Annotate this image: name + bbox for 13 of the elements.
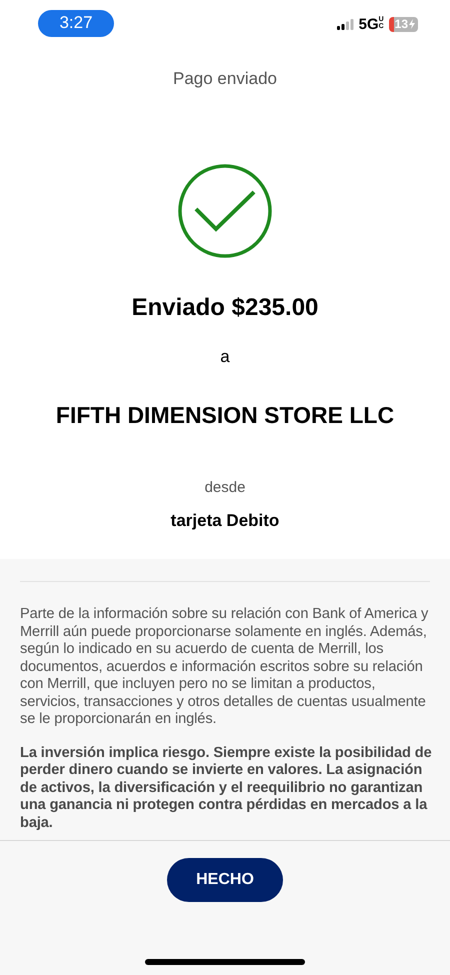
status-time: 3:27 xyxy=(38,10,114,36)
connector-text: a xyxy=(219,347,231,367)
from-label: desde xyxy=(204,479,246,496)
page-title: Pago enviado xyxy=(172,69,278,89)
disclosure-paragraph: La inversión implica riesgo. Siempre existe la posibilidad de perder dinero cuando se invierte en valores. La asignación de activos, la diversificación y el reequilibrio no garantizan una ganancia ni protegen contra pérdidas en mercados a la baja. xyxy=(20,744,433,832)
recipient-name: FIFTH DIMENSION STORE LLC xyxy=(54,402,396,429)
checkmark-icon xyxy=(178,164,272,258)
done-button[interactable]: HECHO xyxy=(167,858,283,902)
amount-text: Enviado $235.00 xyxy=(130,294,320,322)
disclosure-paragraph: Parte de la información sobre su relación con Bank of America y Merrill aún puede proporcionarse solamente en inglés. Además, según lo indicado en su acuerdo de cuenta de Merrill, los documentos, acuerdos e información escritos sobre su relación con Merrill, que incluyen pero no se limitan a productos, servicios, transacciones y otros detalles de cuentas usualmente se le proporcionarán en inglés. xyxy=(20,606,430,728)
battery-indicator: 13 xyxy=(388,16,418,32)
signal-icon xyxy=(336,18,354,30)
payment-source: tarjeta Debito xyxy=(170,511,280,531)
